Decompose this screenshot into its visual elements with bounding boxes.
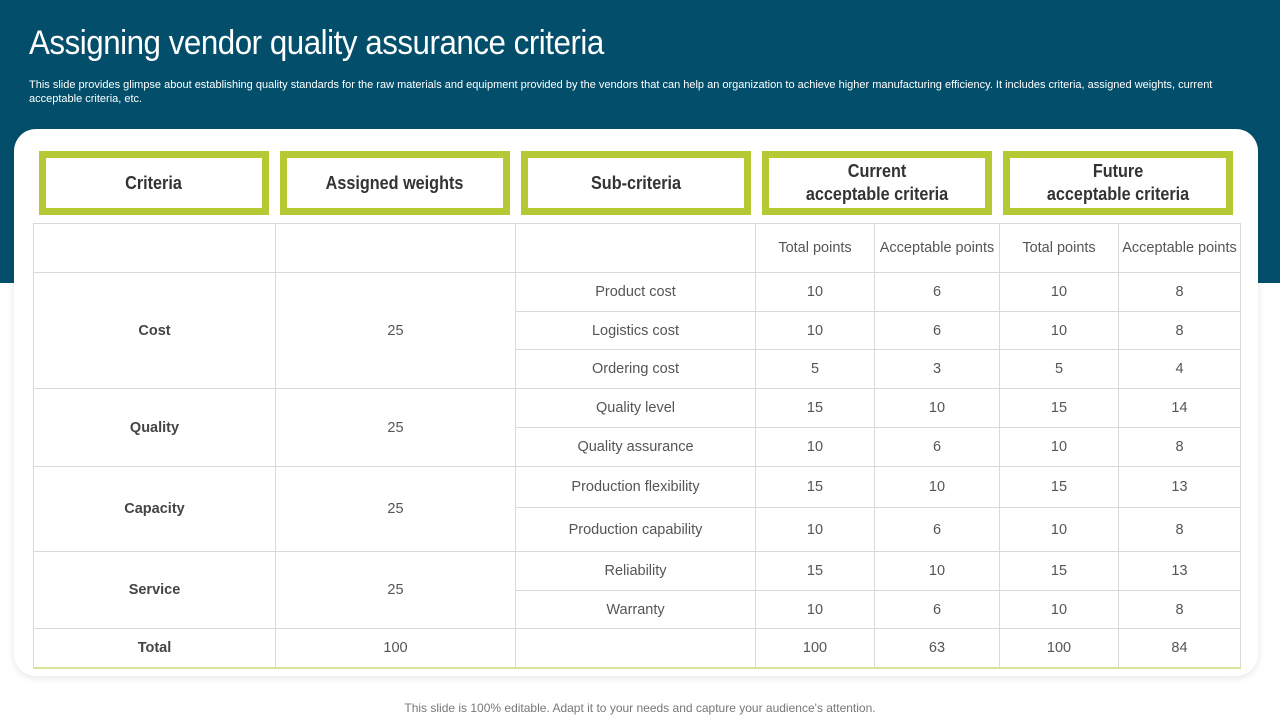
future-acceptable-cell: 8 xyxy=(1118,427,1241,467)
column-header-criteria: Criteria xyxy=(39,151,269,215)
future-acceptable-cell: 13 xyxy=(1118,466,1241,508)
subheader-future-acceptable: Acceptable points xyxy=(1118,223,1241,273)
total-label: Total xyxy=(33,628,276,669)
current-acceptable-cell: 6 xyxy=(874,272,1000,312)
current-total-cell: 15 xyxy=(755,551,875,591)
total-future-total: 100 xyxy=(999,628,1119,669)
current-total-cell: 15 xyxy=(755,466,875,508)
weight-cell: 25 xyxy=(275,551,516,629)
sub-criteria-cell: Logistics cost xyxy=(515,311,756,350)
page-title: Assigning vendor quality assurance crite… xyxy=(29,24,604,62)
current-total-cell: 15 xyxy=(755,388,875,428)
total-current-total: 100 xyxy=(755,628,875,669)
sub-criteria-cell: Production flexibility xyxy=(515,466,756,508)
subheader-current-total: Total points xyxy=(755,223,875,273)
current-acceptable-cell: 6 xyxy=(874,427,1000,467)
sub-criteria-cell: Reliability xyxy=(515,551,756,591)
current-acceptable-cell: 10 xyxy=(874,388,1000,428)
sub-criteria-cell: Product cost xyxy=(515,272,756,312)
total-future-acceptable: 84 xyxy=(1118,628,1241,669)
current-acceptable-cell: 10 xyxy=(874,466,1000,508)
table-row: Quality 25 Quality level 15 10 15 14 xyxy=(33,388,1241,467)
future-total-cell: 10 xyxy=(999,507,1119,552)
current-total-cell: 10 xyxy=(755,311,875,350)
future-total-cell: 15 xyxy=(999,388,1119,428)
total-sub-criteria xyxy=(515,628,756,669)
total-weight: 100 xyxy=(275,628,516,669)
future-total-cell: 15 xyxy=(999,551,1119,591)
future-acceptable-cell: 8 xyxy=(1118,590,1241,629)
future-total-cell: 10 xyxy=(999,590,1119,629)
current-total-cell: 10 xyxy=(755,590,875,629)
future-acceptable-cell: 14 xyxy=(1118,388,1241,428)
criteria-cost: Cost xyxy=(33,272,276,389)
current-total-cell: 10 xyxy=(755,272,875,312)
criteria-quality: Quality xyxy=(33,388,276,467)
current-total-cell: 5 xyxy=(755,349,875,389)
subheader-current-acceptable: Acceptable points xyxy=(874,223,1000,273)
column-header-sub-criteria: Sub-criteria xyxy=(521,151,751,215)
table-row: Capacity 25 Production flexibility 15 10… xyxy=(33,466,1241,552)
weight-cell: 25 xyxy=(275,466,516,552)
future-acceptable-cell: 8 xyxy=(1118,272,1241,312)
sub-criteria-cell: Warranty xyxy=(515,590,756,629)
future-acceptable-cell: 8 xyxy=(1118,311,1241,350)
current-acceptable-cell: 3 xyxy=(874,349,1000,389)
current-total-cell: 10 xyxy=(755,427,875,467)
future-total-cell: 5 xyxy=(999,349,1119,389)
criteria-capacity: Capacity xyxy=(33,466,276,552)
sub-criteria-cell: Quality assurance xyxy=(515,427,756,467)
sub-criteria-cell: Ordering cost xyxy=(515,349,756,389)
table-row: Service 25 Reliability 15 10 15 13 xyxy=(33,551,1241,629)
total-current-acceptable: 63 xyxy=(874,628,1000,669)
future-acceptable-cell: 13 xyxy=(1118,551,1241,591)
future-acceptable-cell: 8 xyxy=(1118,507,1241,552)
subheader-future-total: Total points xyxy=(999,223,1119,273)
footer-note: This slide is 100% editable. Adapt it to… xyxy=(404,701,876,715)
future-total-cell: 10 xyxy=(999,427,1119,467)
sub-criteria-cell: Quality level xyxy=(515,388,756,428)
current-total-cell: 10 xyxy=(755,507,875,552)
future-total-cell: 15 xyxy=(999,466,1119,508)
future-total-cell: 10 xyxy=(999,272,1119,312)
current-acceptable-cell: 10 xyxy=(874,551,1000,591)
total-row: Total 100 100 63 100 84 xyxy=(33,628,1241,669)
current-acceptable-cell: 6 xyxy=(874,507,1000,552)
current-acceptable-cell: 6 xyxy=(874,311,1000,350)
criteria-service: Service xyxy=(33,551,276,629)
criteria-table: Total points Acceptable points Total poi… xyxy=(33,223,1241,669)
table-row: Cost 25 Product cost 10 6 10 8 xyxy=(33,272,1241,389)
current-acceptable-cell: 6 xyxy=(874,590,1000,629)
column-header-current: Current acceptable criteria xyxy=(762,151,992,215)
weight-cell: 25 xyxy=(275,272,516,389)
column-header-future: Future acceptable criteria xyxy=(1003,151,1233,215)
future-total-cell: 10 xyxy=(999,311,1119,350)
weight-cell: 25 xyxy=(275,388,516,467)
page-description: This slide provides glimpse about establ… xyxy=(29,79,1213,105)
column-header-weights: Assigned weights xyxy=(280,151,510,215)
sub-criteria-cell: Production capability xyxy=(515,507,756,552)
future-acceptable-cell: 4 xyxy=(1118,349,1241,389)
subheader-row: Total points Acceptable points Total poi… xyxy=(33,223,1241,273)
